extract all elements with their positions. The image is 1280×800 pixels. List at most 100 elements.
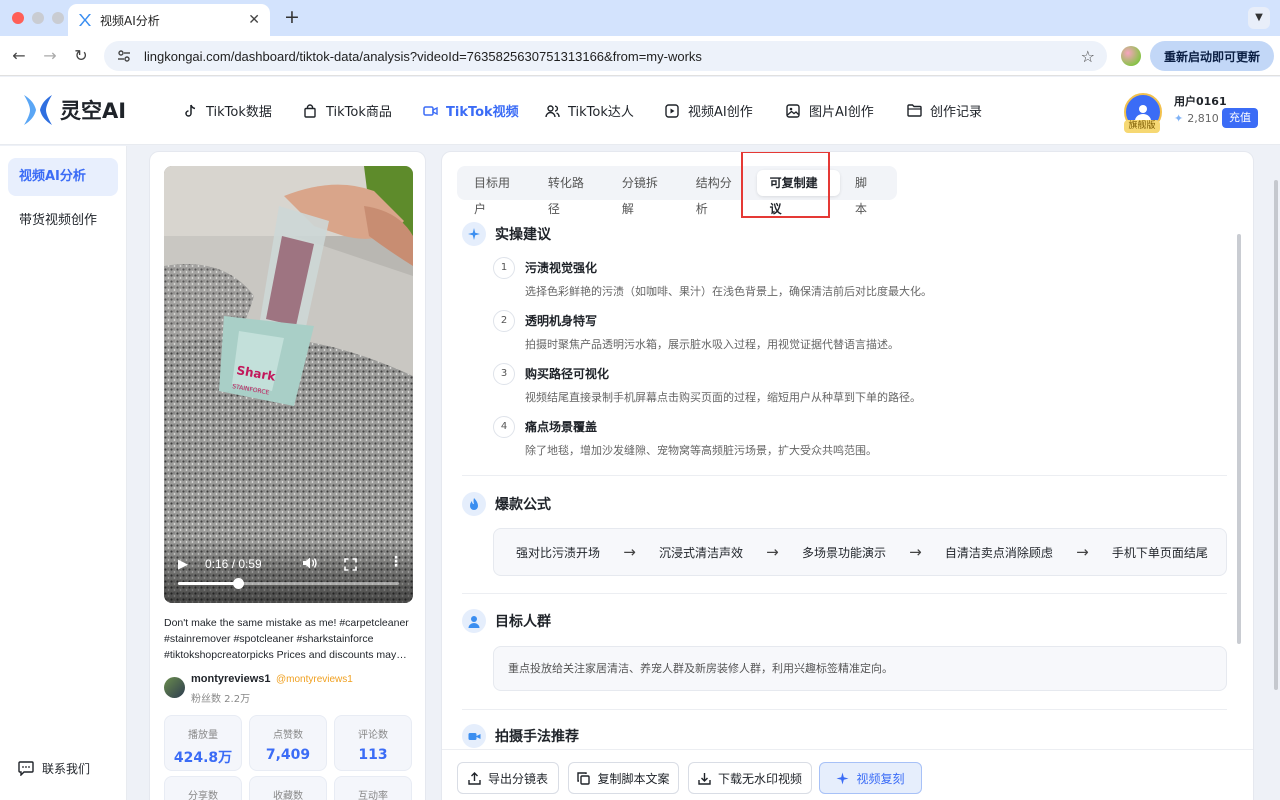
browser-tab[interactable]: 视频AI分析 ✕ <box>68 4 270 36</box>
restart-update-button[interactable]: 重新启动即可更新 <box>1150 41 1274 71</box>
tab-conversion-path[interactable]: 转化路径 <box>535 170 607 216</box>
bookmark-star-icon[interactable]: ☆ <box>1081 47 1095 66</box>
arrow-right-icon: → <box>766 543 779 561</box>
creator-handle[interactable]: @montyreviews1 <box>276 674 353 685</box>
section-practical-header: 实操建议 <box>462 222 551 246</box>
contact-us-link[interactable]: 联系我们 <box>18 760 90 777</box>
download-video-button[interactable]: 下载无水印视频 <box>688 762 812 794</box>
shopping-bag-icon <box>302 103 318 119</box>
tip-number: 2 <box>493 310 515 332</box>
tab-storyboard-breakdown[interactable]: 分镜拆解 <box>609 170 681 216</box>
tab-target-users[interactable]: 目标用户 <box>461 170 533 216</box>
creator-fans: 粉丝数 2.2万 <box>191 694 251 705</box>
stat-shares: 分享数 <box>164 776 242 800</box>
button-label: 视频复刻 <box>856 771 905 786</box>
tab-search-button[interactable]: ▼ <box>1248 7 1270 29</box>
arrow-right-icon: → <box>909 543 922 561</box>
tip-title: 痛点场景覆盖 <box>525 420 598 434</box>
audience-text: 重点投放给关注家居清洁、养宠人群及新房装修人群，利用兴趣标签精准定向。 <box>493 646 1227 691</box>
recharge-button[interactable]: 充值 <box>1222 108 1258 128</box>
zoom-window-button[interactable] <box>52 12 64 24</box>
sidebar-item-video-ai-analysis[interactable]: 视频AI分析 <box>8 158 118 196</box>
app-logo[interactable]: 灵空AI <box>22 93 126 127</box>
video-current-time: 0:16 <box>205 557 229 571</box>
sparkle-icon <box>462 222 486 246</box>
volume-icon[interactable] <box>302 555 318 574</box>
fullscreen-icon[interactable] <box>344 556 357 575</box>
nav-image-ai-create[interactable]: 图片AI创作 <box>785 101 874 120</box>
stat-value: 113 <box>358 747 388 763</box>
copy-script-button[interactable]: 复制脚本文案 <box>568 762 679 794</box>
video-time: 0:16 / 0:59 <box>205 557 262 571</box>
image-icon <box>785 103 801 119</box>
address-bar[interactable]: lingkongai.com/dashboard/tiktok-data/ana… <box>104 41 1107 71</box>
minimize-window-button[interactable] <box>32 12 44 24</box>
nav-tiktok-data[interactable]: TikTok数据 <box>182 101 272 120</box>
formula-step: 自清洁卖点消除顾虑 <box>944 545 1053 560</box>
video-duration: 0:59 <box>238 557 262 571</box>
section-divider <box>462 709 1227 710</box>
tab-script[interactable]: 脚本 <box>842 170 891 216</box>
video-progress-handle[interactable] <box>232 578 244 589</box>
tip-title: 污渍视觉强化 <box>525 261 598 275</box>
section-title: 爆款公式 <box>495 497 551 513</box>
close-window-button[interactable] <box>12 12 24 24</box>
reload-button[interactable]: ↻ <box>70 45 92 67</box>
stat-engagement-rate: 互动率 <box>334 776 412 800</box>
play-icon[interactable]: ▶ <box>178 557 188 572</box>
video-camera-icon <box>422 103 438 119</box>
page-scrollbar[interactable] <box>1274 180 1278 690</box>
button-label: 复制脚本文案 <box>597 771 670 786</box>
nav-video-ai-create[interactable]: 视频AI创作 <box>664 101 753 120</box>
more-options-icon[interactable]: ⋮ <box>389 554 403 570</box>
export-storyboard-button[interactable]: 导出分镜表 <box>457 762 559 794</box>
chat-bubble-icon <box>18 761 34 776</box>
action-bar: 导出分镜表 复制脚本文案 下载无水印视频 视频复刻 <box>442 749 1253 800</box>
video-player[interactable]: Shark STAINFORCE ▶ 0:16 / 0:59 ⋮ <box>164 166 413 603</box>
stat-label: 点赞数 <box>273 730 303 741</box>
camera-icon <box>462 724 486 748</box>
creator-name[interactable]: montyreviews1 <box>191 673 270 685</box>
sparkle-icon <box>836 772 849 785</box>
logo-text: 灵空AI <box>60 99 127 123</box>
profile-avatar[interactable] <box>1121 46 1141 66</box>
nav-tiktok-products[interactable]: TikTok商品 <box>302 101 392 120</box>
forward-button[interactable]: → <box>39 45 61 67</box>
credits-balance: ✦ 2,810 <box>1174 112 1219 125</box>
section-formula-header: 爆款公式 <box>462 492 551 516</box>
tiktok-icon <box>182 103 198 119</box>
video-card: Shark STAINFORCE ▶ 0:16 / 0:59 ⋮ Don't m… <box>149 151 426 800</box>
stat-label: 收藏数 <box>273 791 303 800</box>
logo-mark-icon <box>24 95 52 125</box>
creator-avatar[interactable] <box>164 677 185 698</box>
video-frame: Shark STAINFORCE <box>164 166 413 603</box>
nav-tiktok-videos[interactable]: TikTok视频 <box>422 101 519 120</box>
tip-number: 4 <box>493 416 515 438</box>
back-button[interactable]: ← <box>8 45 30 67</box>
new-tab-button[interactable]: + <box>280 6 304 30</box>
nav-tiktok-creators[interactable]: TikTok达人 <box>544 101 634 120</box>
nav-label: TikTok商品 <box>326 105 392 120</box>
arrow-right-icon: → <box>623 543 636 561</box>
tip-number: 1 <box>493 257 515 279</box>
sidebar-item-product-video-create[interactable]: 带货视频创作 <box>8 202 118 240</box>
export-icon <box>468 771 481 785</box>
tip-desc: 拍摄时聚焦产品透明污水箱，展示脏水吸入过程，用视觉证据代替语言描述。 <box>525 338 899 351</box>
panel-scrollbar[interactable] <box>1237 234 1241 644</box>
nav-label: TikTok达人 <box>568 105 634 120</box>
section-audience-header: 目标人群 <box>462 609 551 633</box>
video-replicate-button[interactable]: 视频复刻 <box>819 762 922 794</box>
tip-desc: 选择色彩鲜艳的污渍（如咖啡、果汁）在浅色背景上，确保清洁前后对比度最大化。 <box>525 285 932 298</box>
stat-favorites: 收藏数 <box>249 776 327 800</box>
stat-label: 分享数 <box>188 791 218 800</box>
close-tab-icon[interactable]: ✕ <box>248 12 260 28</box>
tip-title: 购买路径可视化 <box>525 367 610 381</box>
nav-creation-history[interactable]: 创作记录 <box>906 101 982 120</box>
viral-formula-flow: 强对比污渍开场 → 沉浸式清洁声效 → 多场景功能演示 → 自清洁卖点消除顾虑 … <box>493 528 1227 576</box>
stat-value: 424.8万 <box>173 750 233 766</box>
video-description: Don't make the same mistake as me! #carp… <box>164 617 409 661</box>
copy-icon <box>577 771 591 785</box>
video-progress-bar[interactable] <box>178 578 399 589</box>
formula-step: 沉浸式清洁声效 <box>658 545 743 560</box>
site-info-icon[interactable] <box>116 48 132 64</box>
